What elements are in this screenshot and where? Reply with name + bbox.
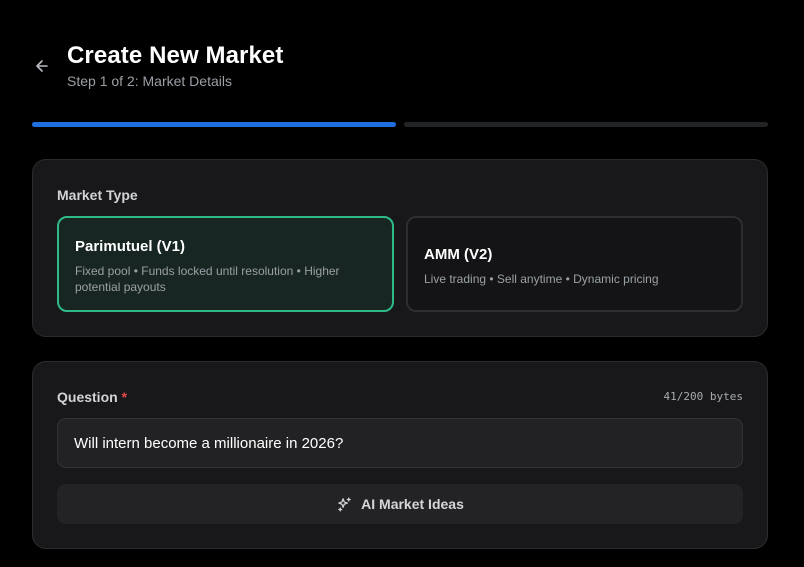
market-type-card: Market Type Parimutuel (V1) Fixed pool •… (32, 159, 768, 337)
page-title: Create New Market (67, 42, 284, 69)
ai-market-ideas-button[interactable]: AI Market Ideas (57, 484, 743, 524)
market-type-label: Market Type (57, 187, 138, 203)
progress-step-2 (404, 122, 768, 127)
option-amm-description: Live trading • Sell anytime • Dynamic pr… (424, 272, 659, 286)
required-marker: * (121, 389, 128, 405)
option-parimutuel-description: Fixed pool • Funds locked until resoluti… (75, 264, 340, 294)
arrow-left-icon (36, 60, 48, 72)
sparkles-icon (336, 496, 353, 513)
option-parimutuel-name: Parimutuel (V1) (75, 238, 186, 255)
back-button[interactable] (30, 54, 54, 78)
question-card: Question* 41/200 bytes AI Market Ideas (32, 361, 768, 549)
progress-step-1 (32, 122, 396, 127)
question-input[interactable] (57, 418, 743, 468)
question-label-text: Question (57, 389, 118, 405)
question-label: Question * (57, 389, 127, 405)
option-amm[interactable]: AMM (V2) Live trading • Sell anytime • D… (406, 216, 743, 312)
ai-button-label: AI Market Ideas (361, 496, 464, 512)
step-indicator: Step 1 of 2: Market Details (67, 73, 232, 89)
byte-counter: 41/200 bytes (663, 390, 743, 403)
create-market-page: Create New Market Step 1 of 2: Market De… (0, 0, 804, 567)
option-parimutuel[interactable]: Parimutuel (V1) Fixed pool • Funds locke… (57, 216, 394, 312)
option-amm-name: AMM (V2) (424, 246, 493, 263)
